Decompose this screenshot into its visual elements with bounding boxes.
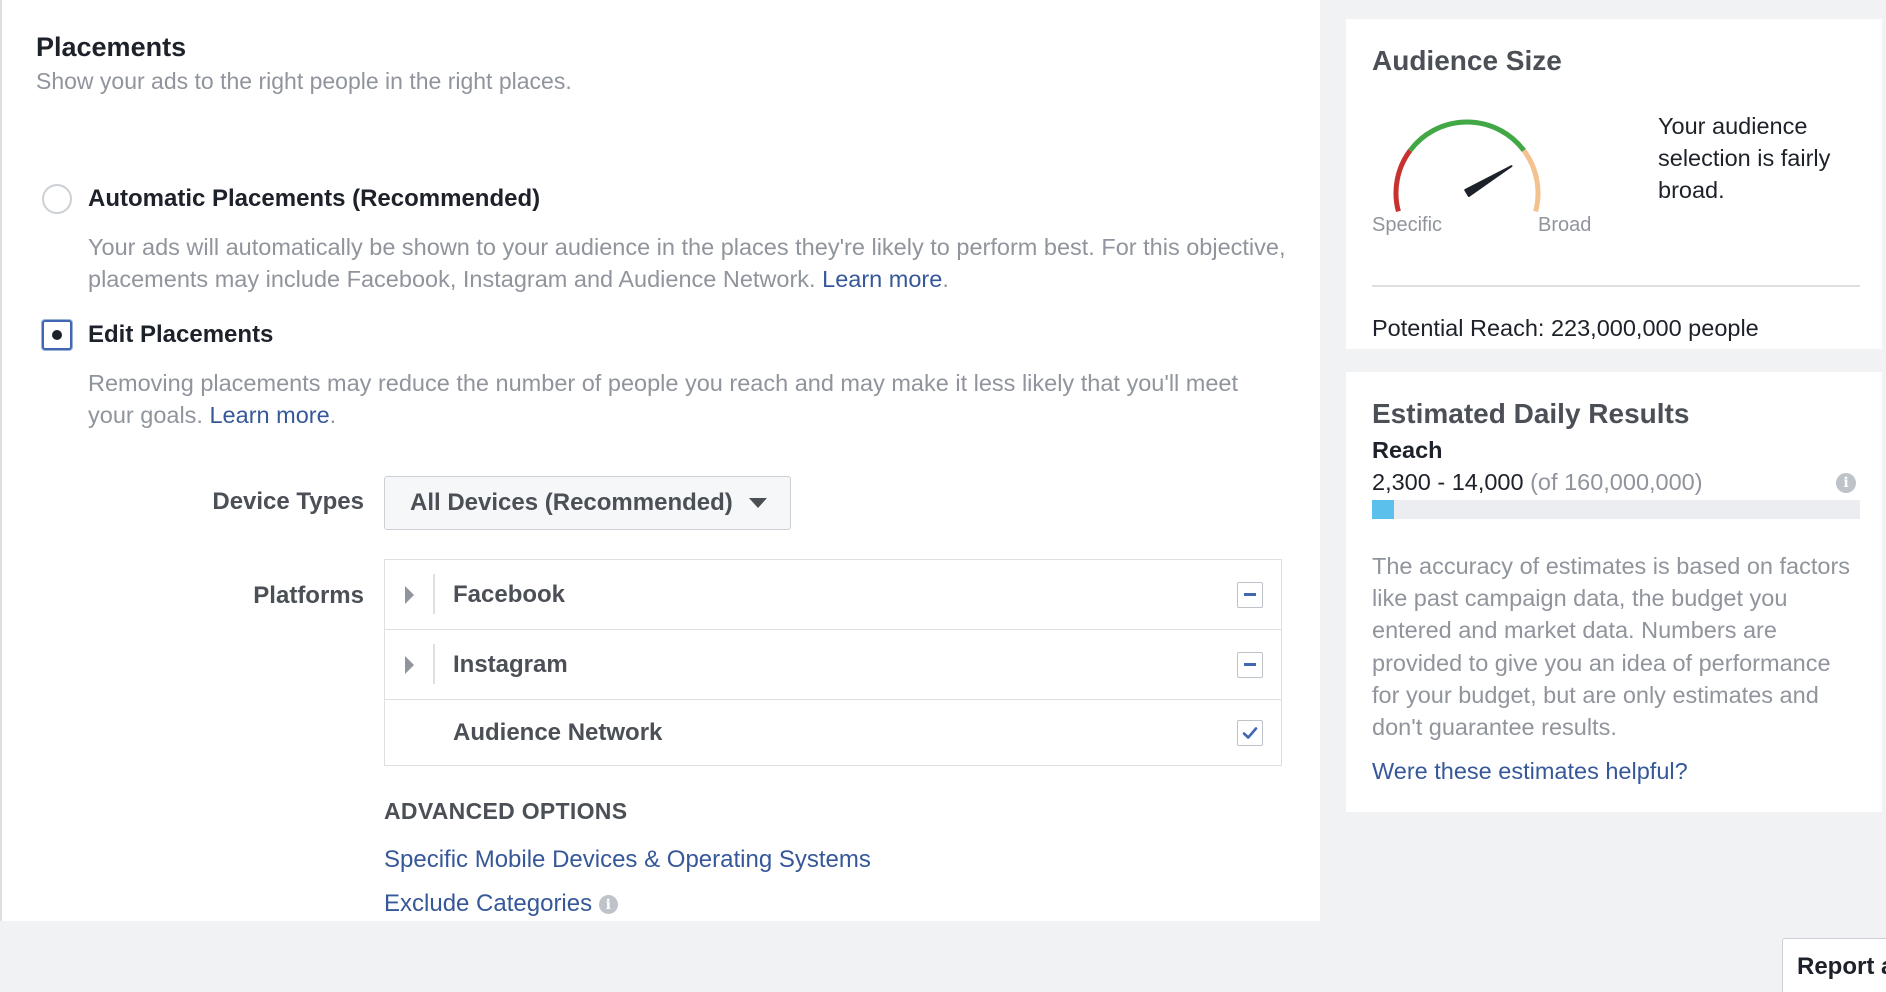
- platform-row-audience-network[interactable]: Audience Network: [385, 700, 1281, 765]
- row-divider: [433, 574, 435, 614]
- reach-label: Reach: [1372, 437, 1443, 463]
- specific-devices-link[interactable]: Specific Mobile Devices & Operating Syst…: [384, 846, 871, 874]
- audience-description: Your audience selection is fairly broad.: [1658, 113, 1831, 203]
- instagram-checkbox[interactable]: [1237, 651, 1263, 678]
- platform-name: Instagram: [453, 650, 568, 678]
- automatic-learn-more-link[interactable]: Learn more: [822, 266, 942, 292]
- placements-panel: Placements Show your ads to the right pe…: [0, 0, 1320, 921]
- platform-name: Audience Network: [453, 718, 663, 746]
- row-divider: [433, 644, 435, 684]
- audience-network-checkbox[interactable]: [1237, 719, 1263, 746]
- edit-placements-option[interactable]: Edit Placements: [42, 320, 273, 350]
- device-types-value: All Devices (Recommended): [410, 489, 733, 516]
- automatic-placements-label[interactable]: Automatic Placements (Recommended): [88, 185, 540, 213]
- automatic-placements-radio[interactable]: [42, 184, 72, 214]
- facebook-checkbox[interactable]: [1237, 581, 1263, 608]
- gauge-arc-middle: [1408, 119, 1526, 152]
- exclude-categories-row: Exclude Categories i: [384, 890, 618, 918]
- platforms-label: Platforms: [253, 582, 364, 609]
- audience-size-card: Audience Size Specific Broad Your audien…: [1346, 19, 1882, 349]
- edit-learn-more-link[interactable]: Learn more: [209, 402, 329, 428]
- radio-selected-dot: [52, 330, 62, 340]
- automatic-placements-option[interactable]: Automatic Placements (Recommended): [42, 184, 540, 214]
- platform-row-instagram[interactable]: Instagram: [385, 630, 1281, 700]
- info-icon[interactable]: i: [1836, 473, 1856, 493]
- edit-placements-description: Removing placements may reduce the numbe…: [88, 370, 1239, 428]
- expand-arrow-icon[interactable]: [405, 655, 414, 674]
- gauge-min-label: Specific: [1372, 214, 1443, 236]
- gauge-arc-specific: [1393, 149, 1413, 213]
- section-title: Placements: [36, 32, 187, 62]
- reach-progress-bar: [1372, 500, 1860, 519]
- gauge-max-label: Broad: [1538, 214, 1592, 236]
- exclude-categories-link[interactable]: Exclude Categories: [384, 890, 592, 917]
- advanced-options-title: ADVANCED OPTIONS: [384, 798, 628, 824]
- estimates-feedback-link[interactable]: Were these estimates helpful?: [1372, 758, 1688, 785]
- daily-results-title: Estimated Daily Results: [1372, 398, 1690, 429]
- checkmark-icon: [1242, 726, 1258, 739]
- daily-results-card: Estimated Daily Results Reach 2,300 - 14…: [1346, 372, 1882, 812]
- reach-range: 2,300 - 14,000 (of 160,000,000): [1372, 469, 1703, 496]
- platform-row-facebook[interactable]: Facebook: [385, 560, 1281, 630]
- expand-arrow-icon[interactable]: [405, 585, 414, 604]
- edit-placements-label[interactable]: Edit Placements: [88, 321, 273, 349]
- automatic-placements-text: Your ads will automatically be shown to …: [88, 234, 1286, 292]
- platforms-list: Facebook Instagram Audience Network: [384, 559, 1282, 766]
- automatic-placements-description: Your ads will automatically be shown to …: [88, 234, 1286, 292]
- device-types-label: Device Types: [212, 488, 364, 515]
- platform-name: Facebook: [453, 580, 566, 608]
- report-button[interactable]: Report a: [1782, 938, 1886, 992]
- edit-placements-radio[interactable]: [42, 320, 72, 350]
- estimate-note: The accuracy of estimates is based on fa…: [1372, 553, 1851, 741]
- indeterminate-icon: [1244, 663, 1256, 666]
- potential-reach: Potential Reach: 223,000,000 people: [1372, 315, 1759, 341]
- section-subtitle: Show your ads to the right people in the…: [36, 68, 572, 94]
- device-types-dropdown[interactable]: All Devices (Recommended): [384, 476, 791, 530]
- reach-total: (of 160,000,000): [1530, 469, 1703, 495]
- gauge-arc-broad: [1521, 149, 1541, 213]
- divider: [1372, 285, 1860, 287]
- caret-down-icon: [748, 498, 767, 508]
- indeterminate-icon: [1244, 593, 1256, 596]
- gauge-needle: [1464, 165, 1513, 197]
- info-icon[interactable]: i: [598, 895, 618, 915]
- reach-range-value: 2,300 - 14,000: [1372, 469, 1524, 495]
- audience-size-title: Audience Size: [1372, 45, 1562, 76]
- reach-progress-fill: [1372, 500, 1395, 519]
